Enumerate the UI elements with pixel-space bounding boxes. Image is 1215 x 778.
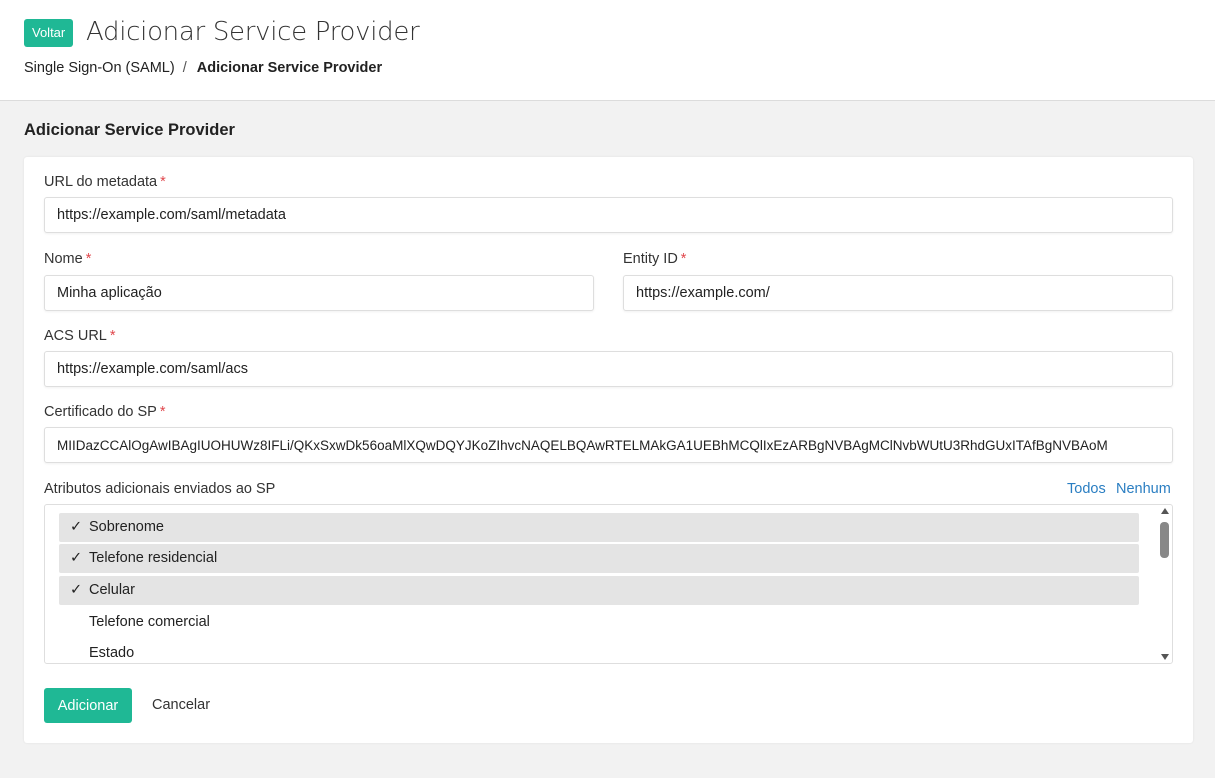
attribute-option[interactable]: Estado [59, 639, 1139, 663]
attribute-option[interactable]: ✓ Celular [59, 576, 1139, 605]
attribute-option-label: Telefone residencial [89, 550, 218, 566]
entity-id-label-text: Entity ID [623, 251, 678, 267]
breadcrumb-current: Adicionar Service Provider [196, 60, 383, 76]
required-mark: * [160, 174, 166, 190]
attribute-option-label: Celular [89, 582, 135, 598]
attributes-listbox[interactable]: ✓ Sobrenome ✓ Telefone residencial ✓ Cel… [44, 504, 1173, 664]
acs-url-input[interactable] [44, 351, 1173, 387]
section-title: Adicionar Service Provider [24, 121, 235, 139]
breadcrumb: Single Sign-On (SAML) / Adicionar Service … [24, 60, 382, 76]
check-icon: ✓ [70, 582, 83, 598]
back-button[interactable]: Voltar [24, 19, 74, 47]
form-card: URL do metadata* Nome* Entity ID* ACS UR… [24, 157, 1193, 743]
add-button[interactable]: Adicionar [44, 688, 132, 723]
entity-id-label: Entity ID * [623, 251, 686, 267]
attribute-option-label: Telefone comercial [89, 614, 210, 630]
scroll-down-arrow-icon[interactable] [1161, 654, 1169, 660]
attribute-option[interactable]: ✓ Sobrenome [59, 513, 1139, 542]
check-icon: ✓ [70, 519, 83, 535]
metadata-url-input[interactable] [44, 197, 1173, 233]
certificate-label: Certificado do SP * [44, 404, 166, 420]
breadcrumb-separator: / [182, 60, 187, 76]
name-label-text: Nome [44, 251, 83, 267]
breadcrumb-parent-link[interactable]: Single Sign-On (SAML) [24, 60, 175, 76]
scrollbar-thumb[interactable] [1160, 522, 1169, 558]
metadata-url-label-text: URL do metadata [44, 174, 158, 190]
attribute-option[interactable]: Telefone comercial [59, 608, 1139, 637]
attribute-option-label: Estado [89, 645, 135, 661]
required-mark: * [159, 404, 166, 420]
metadata-url-label: URL do metadata * [44, 174, 166, 190]
entity-id-input[interactable] [623, 275, 1173, 311]
attribute-option[interactable]: ✓ Telefone residencial [59, 544, 1139, 573]
name-label: Nome * [44, 251, 91, 267]
acs-url-label: ACS URL * [44, 328, 116, 344]
certificate-input[interactable] [44, 427, 1173, 463]
check-icon: ✓ [70, 550, 83, 566]
page-title: Adicionar Service Provider [86, 17, 420, 47]
cancel-button[interactable]: Cancelar [152, 688, 210, 723]
required-mark: * [85, 251, 92, 267]
select-all-link[interactable]: Todos [1067, 481, 1106, 497]
required-mark: * [680, 251, 687, 267]
acs-url-label-text: ACS URL [44, 328, 107, 344]
required-mark: * [109, 328, 116, 344]
certificate-label-text: Certificado do SP [44, 404, 157, 420]
select-none-link[interactable]: Nenhum [1116, 481, 1171, 497]
attributes-label: Atributos adicionais enviados ao SP [44, 481, 276, 497]
page-header: Voltar Adicionar Service Provider Single… [0, 0, 1215, 101]
attribute-option-label: Sobrenome [89, 519, 164, 535]
name-input[interactable] [44, 275, 594, 311]
scroll-up-arrow-icon[interactable] [1161, 508, 1169, 514]
